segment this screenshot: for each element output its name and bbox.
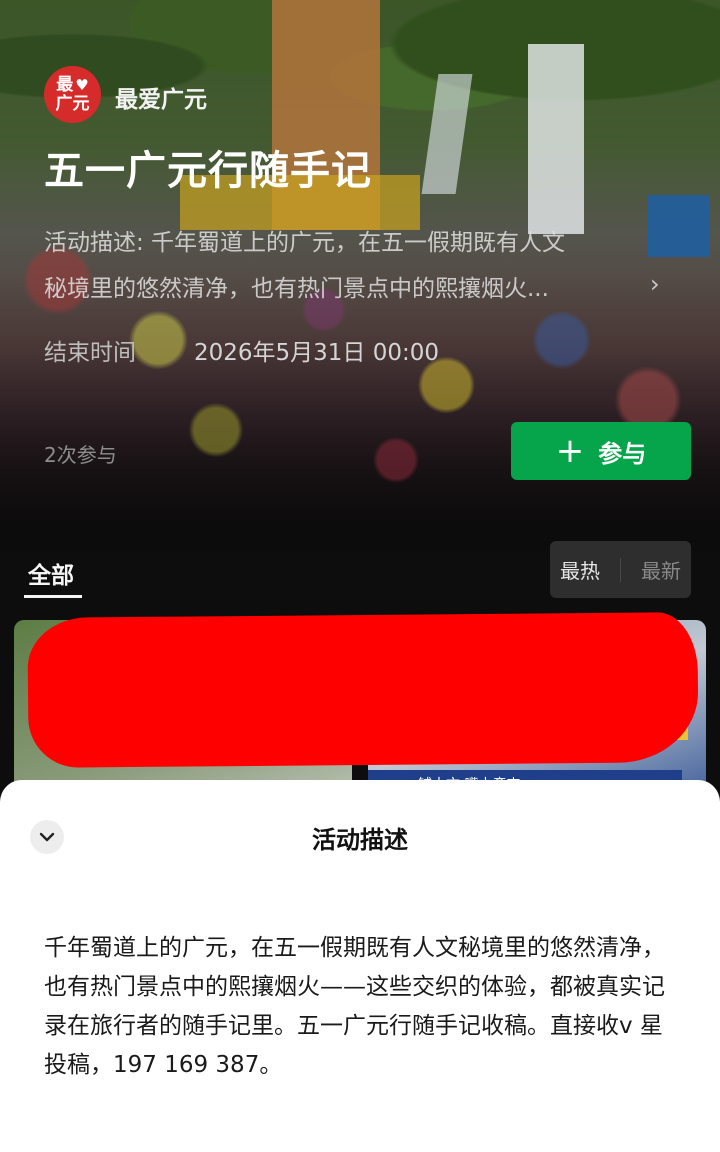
- sheet-title: 活动描述: [312, 826, 408, 854]
- logo-text-bottom: 广元: [55, 93, 90, 114]
- sort-toggle: 最热 最新: [550, 541, 691, 598]
- activity-title: 五一广元行随手记: [44, 148, 372, 194]
- tab-active-indicator: [24, 595, 82, 598]
- sort-divider: [620, 557, 621, 582]
- logo-text-top: 最: [56, 74, 74, 95]
- join-button-label: 参与: [598, 439, 647, 468]
- hero-banner: [528, 44, 584, 234]
- sort-hot-button[interactable]: 最热: [560, 555, 600, 584]
- tab-all[interactable]: 全部: [28, 556, 74, 590]
- activity-description[interactable]: 活动描述: 千年蜀道上的广元，在五一假期既有人文 秘境里的悠然清净，也有热门景点…: [44, 220, 664, 312]
- account-name[interactable]: 最爱广元: [115, 80, 207, 114]
- participant-count: 2次参与: [44, 443, 117, 467]
- sort-new-button[interactable]: 最新: [641, 555, 681, 584]
- end-time-label: 结束时间: [44, 340, 136, 366]
- description-sheet: 活动描述 千年蜀道上的广元，在五一假期既有人文秘境里的悠然清净，也有热门景点中的…: [0, 780, 720, 1152]
- description-line: 活动描述: 千年蜀道上的广元，在五一假期既有人文: [44, 230, 566, 256]
- end-time-value: 2026年5月31日 00:00: [194, 340, 440, 366]
- sheet-description-text: 千年蜀道上的广元，在五一假期既有人文秘境里的悠然清净，也有热门景点中的熙攘烟火—…: [44, 935, 665, 1078]
- plus-icon: +: [555, 431, 585, 471]
- redaction-scribble: [27, 612, 699, 768]
- chevron-right-icon[interactable]: ›: [650, 270, 660, 298]
- account-avatar[interactable]: 最 ♥ 广元: [44, 66, 101, 123]
- heart-icon: ♥: [75, 75, 89, 94]
- description-line: 秘境里的悠然清净，也有热门景点中的熙攘烟火...: [44, 276, 549, 302]
- join-button[interactable]: + 参与: [511, 422, 691, 480]
